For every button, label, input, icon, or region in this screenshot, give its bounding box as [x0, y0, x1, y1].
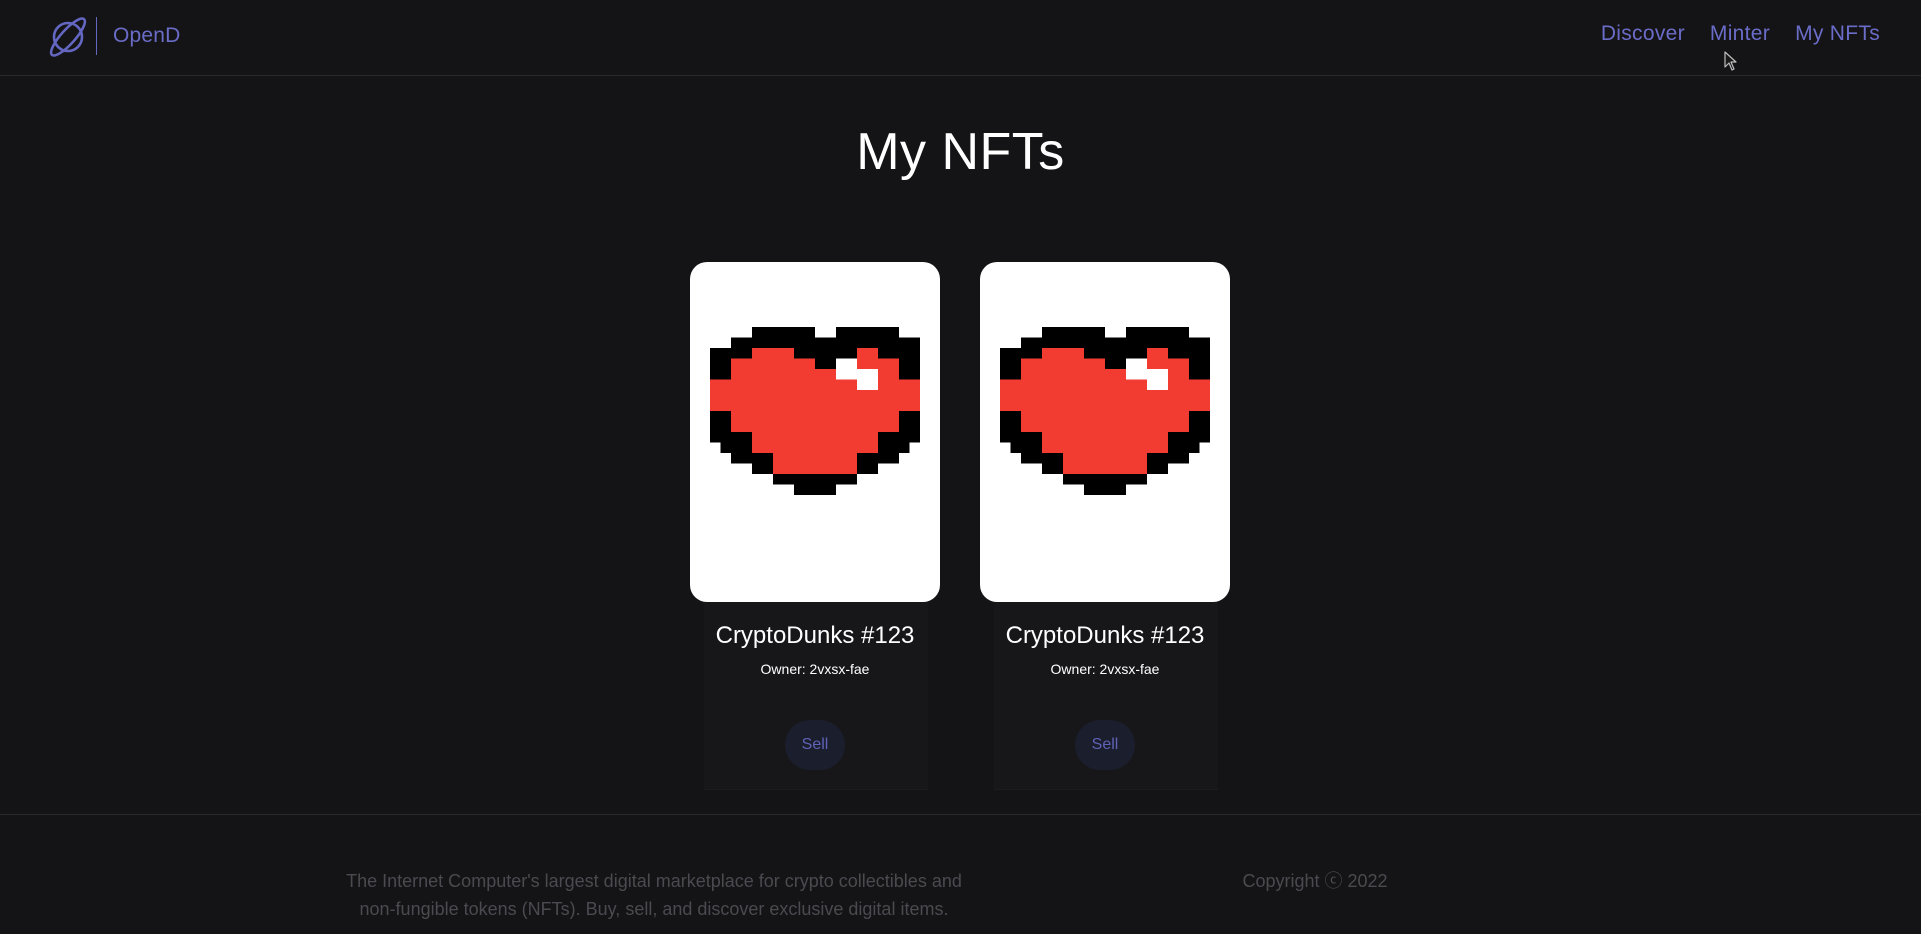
page-title: My NFTs: [856, 123, 1065, 181]
nav-links: Discover Minter My NFTs: [1601, 22, 1880, 46]
nav-link-minter[interactable]: Minter: [1710, 22, 1770, 46]
footer-description: The Internet Computer's largest digital …: [346, 871, 962, 919]
nft-image[interactable]: [980, 262, 1230, 602]
nft-card[interactable]: CryptoDunks #123 Owner: 2vxsx-fae Sell: [980, 262, 1232, 790]
footer-copyright: Copyright ⓒ 2022: [1242, 871, 1388, 891]
nav-link-my-nfts[interactable]: My NFTs: [1795, 22, 1880, 46]
navbar: OpenD Discover Minter My NFTs: [0, 0, 1921, 76]
nav-link-discover[interactable]: Discover: [1601, 22, 1685, 46]
planet-icon: [49, 17, 87, 57]
pixel-heart-image: [710, 327, 920, 495]
brand-name[interactable]: OpenD: [113, 24, 181, 48]
nft-owner: Owner: 2vxsx-fae: [1050, 661, 1160, 677]
nft-name: CryptoDunks #123: [715, 622, 915, 649]
nft-owner: Owner: 2vxsx-fae: [760, 661, 870, 677]
nft-card[interactable]: CryptoDunks #123 Owner: 2vxsx-fae Sell: [690, 262, 942, 790]
sell-button[interactable]: Sell: [785, 720, 845, 770]
mouse-cursor-icon: [1724, 51, 1737, 71]
pixel-heart-image: [1000, 327, 1210, 495]
brand-divider: [96, 17, 97, 55]
sell-button[interactable]: Sell: [1075, 720, 1135, 770]
brand[interactable]: OpenD: [48, 14, 181, 58]
footer: The Internet Computer's largest digital …: [0, 814, 1921, 934]
nft-image[interactable]: [690, 262, 940, 602]
nft-name: CryptoDunks #123: [1005, 622, 1205, 649]
